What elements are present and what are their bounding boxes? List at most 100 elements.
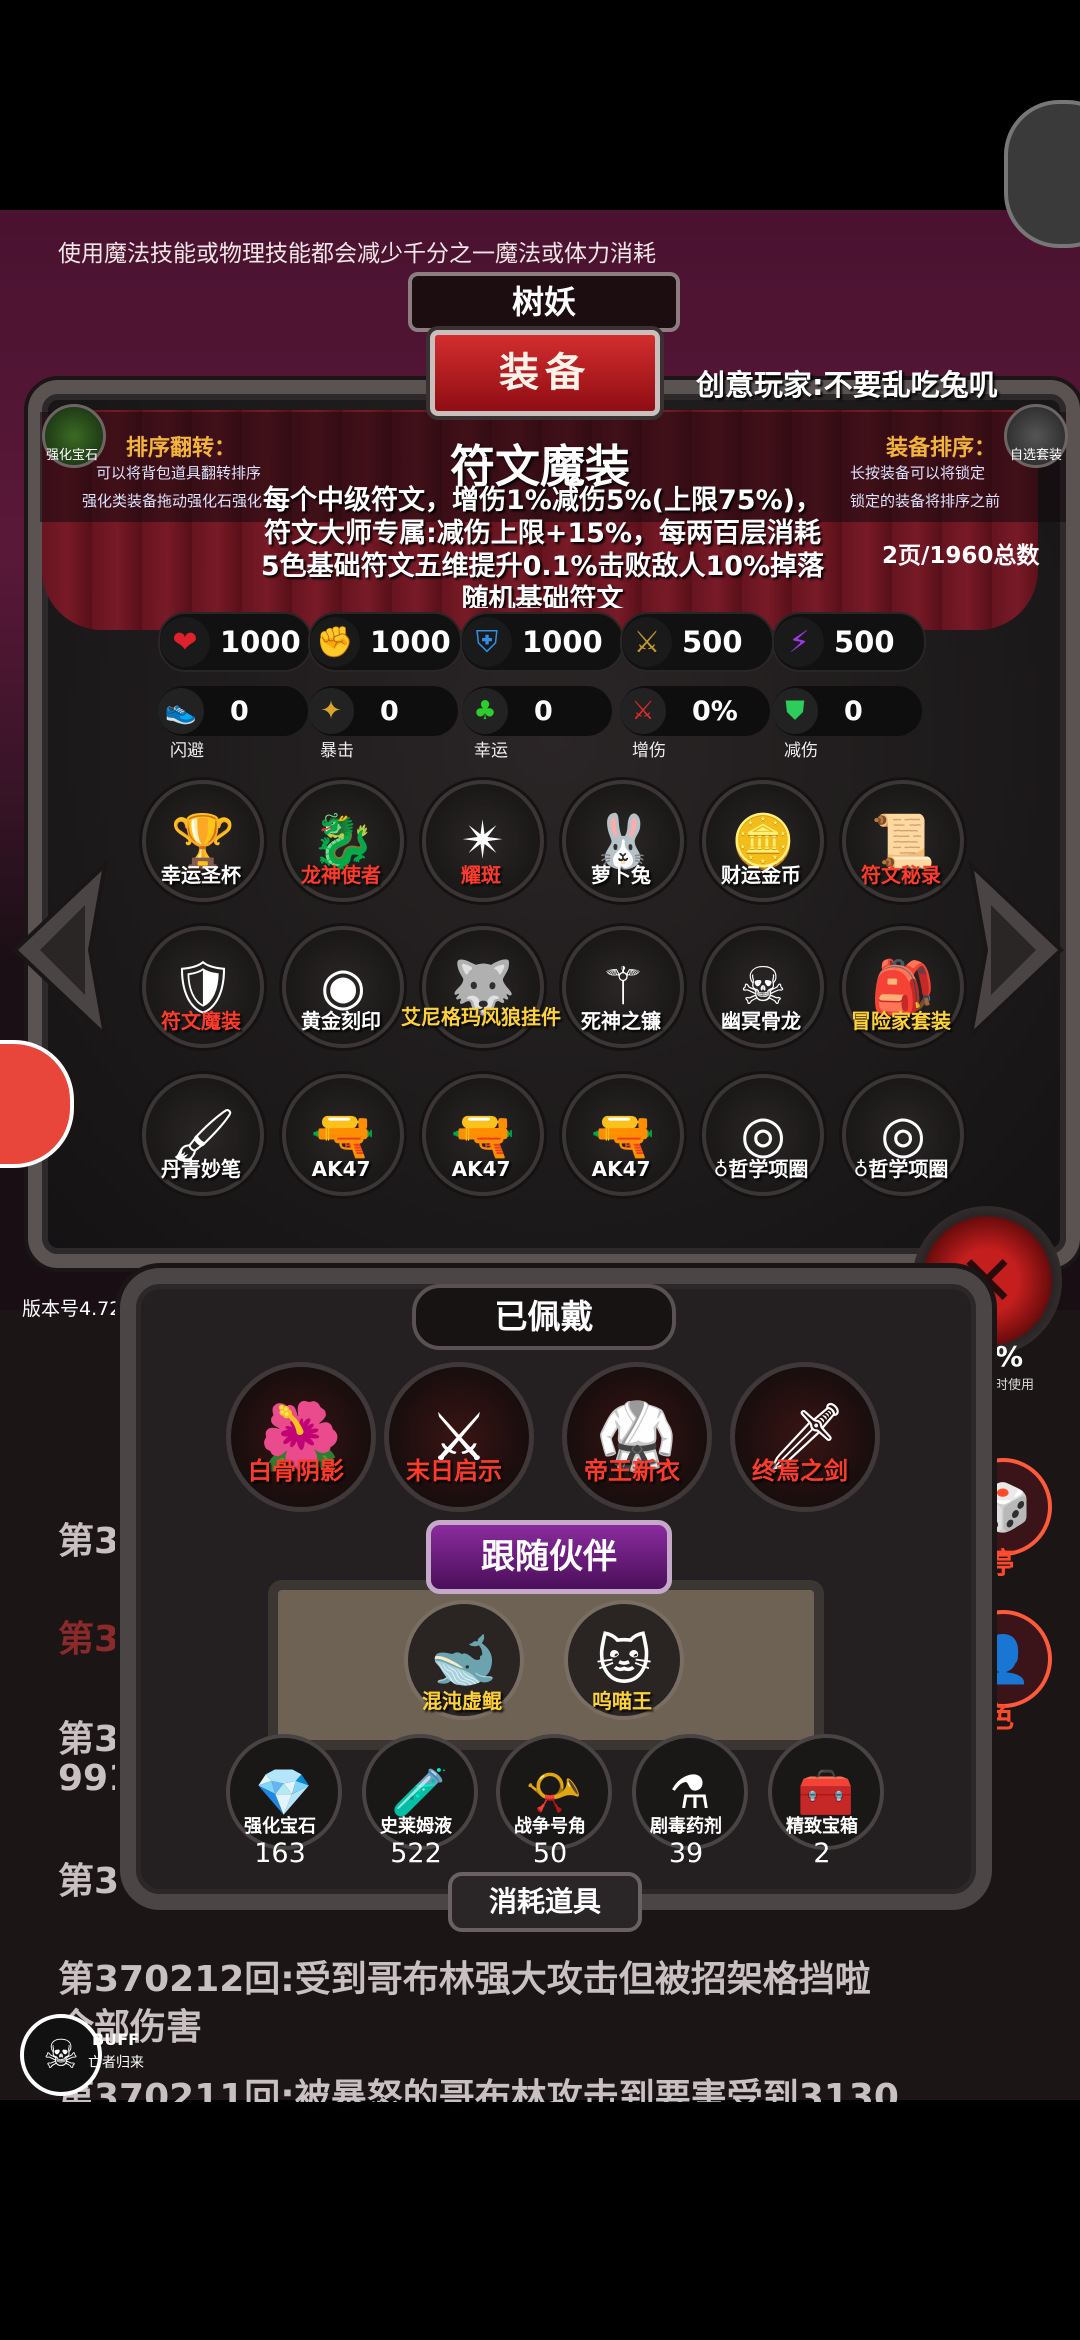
stat-value: 500 [682, 625, 743, 659]
seal-icon: ◉ [320, 957, 366, 1017]
equipment-slot-label: 冒险家套装 [851, 1009, 951, 1033]
equipment-slot-label: 丹青妙笔 [161, 1157, 241, 1181]
substat-pill: ⛊ 0 减伤 [772, 686, 922, 761]
defense-icon: ⛨ [462, 617, 512, 667]
damage-up-icon: ⚔ [620, 688, 666, 734]
panel-title-plaque: 装备 [430, 330, 660, 416]
consumable-count: 39 [668, 1838, 704, 1869]
tip-text: 使用魔法技能或物理技能都会减少千分之一魔法或体力消耗 [58, 241, 656, 267]
stat-value: 500 [834, 625, 895, 659]
equipment-slot-label: 耀斑 [461, 863, 501, 887]
kun-icon: 🐋 [430, 1628, 498, 1691]
consumable-count: 163 [254, 1838, 306, 1869]
poison-icon: ⚗ [669, 1765, 711, 1819]
equipped-slot[interactable]: 🗡 [730, 1362, 880, 1512]
partner-frame [268, 1580, 824, 1750]
substat-pill: 👟 0 闪避 [158, 686, 308, 761]
damage-reduce-icon: ⛊ [772, 688, 818, 734]
equipment-slot-label: AK47 [591, 1157, 651, 1181]
top-bar [0, 0, 1080, 210]
magic-icon: ⚡ [774, 617, 824, 667]
equipped-label: 末日启示 [406, 1457, 502, 1485]
stat-value: 1000 [370, 625, 451, 659]
log-line: 第3 [58, 1521, 120, 1562]
scythe-icon: ⚚ [599, 957, 647, 1017]
luck-icon: ♣ [462, 688, 508, 734]
equipped-label: 白骨阴影 [248, 1457, 344, 1485]
substat-value: 0% [692, 695, 738, 727]
equipment-slot-label: 死神之镰 [581, 1009, 661, 1033]
equipment-slot-label: 符文秘录 [861, 863, 941, 887]
stat-value: 1000 [522, 625, 603, 659]
stat-pill: ✊ 1000 [308, 612, 462, 672]
stat-pill: ⚔ 500 [620, 612, 774, 672]
consumable-label: 史莱姆液 [380, 1816, 452, 1837]
substat-label: 增伤 [632, 741, 666, 761]
equipment-slot-label: 萝卜兔 [591, 863, 651, 887]
dodge-icon: 👟 [158, 688, 204, 734]
substat-value: 0 [844, 695, 863, 727]
equipment-slot-label: 幸运圣杯 [161, 863, 241, 887]
attack-icon: ⚔ [622, 617, 672, 667]
prev-page-arrow-icon[interactable] [10, 860, 110, 1040]
equipped-label: 终焉之剑 [752, 1457, 848, 1485]
consumable-label: 精致宝箱 [786, 1816, 858, 1837]
substat-label: 暴击 [320, 741, 354, 761]
equipment-slot-label: 符文魔装 [161, 1009, 241, 1033]
version-label: 版本号4.72 [22, 1298, 122, 1320]
stat-pill: ❤ 1000 [158, 612, 312, 672]
stat-pill: ⛨ 1000 [460, 612, 624, 672]
substat-pill: ♣ 0 幸运 [462, 686, 612, 761]
consumable-count: 50 [532, 1838, 568, 1869]
log-line: 第370212回:受到哥布林强大攻击但被招架格挡啦 [58, 1959, 871, 2000]
substat-pill: ⚔ 0% 增伤 [620, 686, 770, 761]
bone-dragon-icon: ☠ [739, 957, 787, 1017]
substat-value: 0 [534, 695, 553, 727]
next-page-arrow-icon[interactable] [966, 860, 1066, 1040]
collar-icon: ◎ [880, 1105, 926, 1165]
equipment-slot-label: ♁哲学项圈 [853, 1157, 949, 1181]
substat-pill: ✦ 0 暴击 [308, 686, 458, 761]
crit-icon: ✦ [308, 688, 354, 734]
equipped-slot[interactable]: 🥋 [562, 1362, 712, 1512]
equipment-slot-label: 龙神使者 [301, 863, 381, 887]
substat-label: 幸运 [474, 741, 508, 761]
flare-icon: ✴ [461, 811, 505, 871]
consumable-label: 剧毒药剂 [650, 1816, 722, 1837]
equipped-label: 帝王新衣 [584, 1457, 680, 1485]
partner-title: 跟随伙伴 [426, 1520, 672, 1594]
equipped-title: 已佩戴 [412, 1284, 676, 1350]
equipment-slot[interactable]: 🐺 [422, 926, 544, 1048]
consumable-label: 强化宝石 [244, 1816, 316, 1837]
consumables-title: 消耗道具 [448, 1872, 642, 1932]
stat-value: 1000 [220, 625, 301, 659]
floating-avatar-icon[interactable] [1004, 100, 1080, 248]
stat-pill: ⚡ 500 [772, 612, 926, 672]
equipment-slot-label: AK47 [451, 1157, 511, 1181]
buff-sub-label: 亡者归来 [88, 2055, 144, 2071]
equipment-slot-label: 财运金币 [721, 863, 801, 887]
page-info: 2页/1960总数 [882, 543, 1040, 569]
buff-label: BUFF [92, 2030, 140, 2049]
equipment-slot-label: 黄金刻印 [301, 1009, 381, 1033]
consumable-label: 战争号角 [514, 1816, 586, 1837]
partner-label: 呜喵王 [592, 1689, 652, 1713]
equipped-slot[interactable]: 🌺 [226, 1362, 376, 1512]
substat-value: 0 [380, 695, 399, 727]
consumable-count: 2 [813, 1838, 831, 1869]
log-line: 第3 [58, 1861, 120, 1902]
partner-label: 混沌虚鲲 [422, 1689, 502, 1713]
consumable-count: 522 [390, 1838, 442, 1869]
log-line: 第370211回:被暴怒的哥布林攻击到要害受到3130 [58, 2077, 899, 2102]
collar-icon: ◎ [740, 1105, 786, 1165]
item-description: 每个中级符文，增伤1%减伤5%(上限75%)，符文大师专属:减伤上限+15%，每… [260, 485, 825, 608]
equipment-slot-label: 艾尼格玛风狼挂件 [401, 1005, 561, 1029]
equipment-slot-label: ♁哲学项圈 [713, 1157, 809, 1181]
equipped-slot[interactable]: ⚔ [384, 1362, 534, 1512]
strength-icon: ✊ [310, 617, 360, 667]
substat-label: 闪避 [170, 741, 204, 761]
creator-credit: 创意玩家:不要乱吃兔叽 [696, 368, 998, 402]
cat-king-icon: 🐱 [595, 1628, 653, 1692]
substat-label: 减伤 [784, 741, 818, 761]
equipment-slot-label: AK47 [311, 1157, 371, 1181]
